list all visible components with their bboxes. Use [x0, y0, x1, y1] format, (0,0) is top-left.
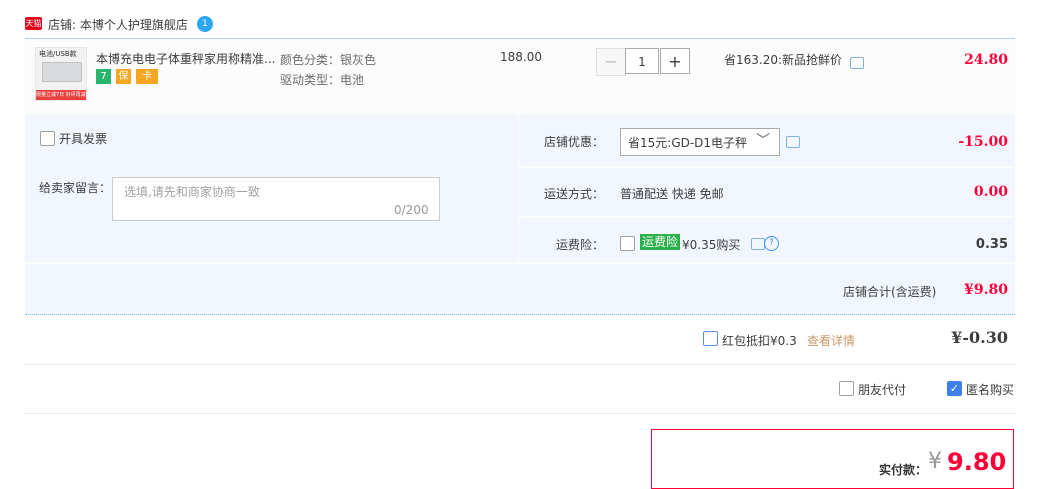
chevron-down-icon: ﹀ [756, 133, 770, 149]
shop-subtotal-value: ¥9.80 [964, 282, 1008, 298]
insurance-tag: 运费险 [640, 234, 681, 250]
divider [25, 262, 1015, 264]
quantity-increase-button[interactable]: + [660, 48, 690, 74]
shop-name-link[interactable]: 店铺: 本博个人护理旗舰店 [48, 16, 188, 33]
divider [519, 166, 1014, 168]
shop-discount-value: 省15元:GD-D1电子秤 [628, 136, 748, 150]
divider [25, 364, 1015, 366]
thumbnail-promo-strip: 限量立减7日 好评再减¥5 [36, 90, 86, 100]
redpacket-checkbox[interactable] [703, 331, 718, 346]
insurance-chat-icon[interactable] [751, 238, 765, 250]
invoice-checkbox[interactable] [40, 131, 55, 146]
insurance-label: 运费险： [556, 238, 605, 252]
message-char-count: 0/200 [394, 203, 429, 217]
unit-price: 188.00 [500, 50, 542, 64]
tmall-badge: 天猫 [25, 17, 42, 30]
insurance-amount: 0.35 [975, 237, 1008, 252]
payment-amount: 9.80 [947, 448, 1007, 476]
shop-discount-amount: -15.00 [958, 134, 1008, 150]
sku-drive-type: 驱动类型：电池 [280, 73, 365, 87]
discount-info-icon[interactable] [786, 136, 800, 148]
redpacket-amount: ¥-0.30 [951, 328, 1008, 347]
product-thumbnail[interactable]: 电池/USB款 限量立减7日 好评再减¥5 [35, 47, 87, 101]
message-label: 给卖家留言： [39, 181, 112, 195]
shipping-label: 运送方式： [544, 187, 605, 201]
anonymous-checkbox[interactable]: ✓ [947, 381, 962, 396]
product-title-link[interactable]: 本博充电电子体重秤家用称精准... [96, 50, 276, 67]
redpacket-label: 红包抵扣¥0.3 [722, 334, 797, 348]
wangwang-chat-icon[interactable]: 1 [197, 16, 213, 32]
payment-label: 实付款： [879, 463, 928, 477]
guarantee-icon[interactable]: 保 [116, 69, 131, 84]
insurance-checkbox[interactable] [620, 236, 635, 251]
scale-image-shape [42, 62, 82, 82]
divider [519, 216, 1014, 218]
promotion-text: 省163.20:新品抢鲜价 [724, 53, 843, 67]
seven-day-return-icon[interactable]: 7 [96, 69, 111, 84]
divider [518, 114, 519, 262]
friend-pay-label: 朋友代付 [858, 383, 907, 397]
item-total: 24.80 [964, 52, 1008, 68]
promotion-chat-icon[interactable] [850, 57, 864, 69]
quantity-decrease-button[interactable]: − [596, 48, 626, 76]
friend-pay-checkbox[interactable] [839, 381, 854, 396]
thumbnail-caption: 电池/USB款 [39, 50, 77, 58]
anonymous-label: 匿名购买 [966, 383, 1015, 397]
shop-discount-label: 店铺优惠： [544, 135, 605, 149]
sku-color: 颜色分类：银灰色 [280, 53, 377, 67]
insurance-price: ¥0.35购买 [682, 238, 741, 252]
shipping-amount: 0.00 [973, 184, 1008, 200]
credit-card-icon[interactable]: 卡 [136, 69, 158, 84]
quantity-input[interactable]: 1 [625, 48, 659, 74]
payment-currency: ¥ [928, 449, 942, 474]
redpacket-details-link[interactable]: 查看详情 [807, 332, 855, 349]
shop-subtotal-label: 店铺合计(含运费) [843, 285, 937, 299]
invoice-label: 开具发票 [59, 132, 108, 146]
help-icon[interactable]: ? [764, 236, 779, 251]
message-placeholder: 选填,请先和商家协商一致 [124, 185, 260, 199]
divider [25, 413, 1015, 415]
shipping-method: 普通配送 快递 免邮 [620, 187, 724, 201]
